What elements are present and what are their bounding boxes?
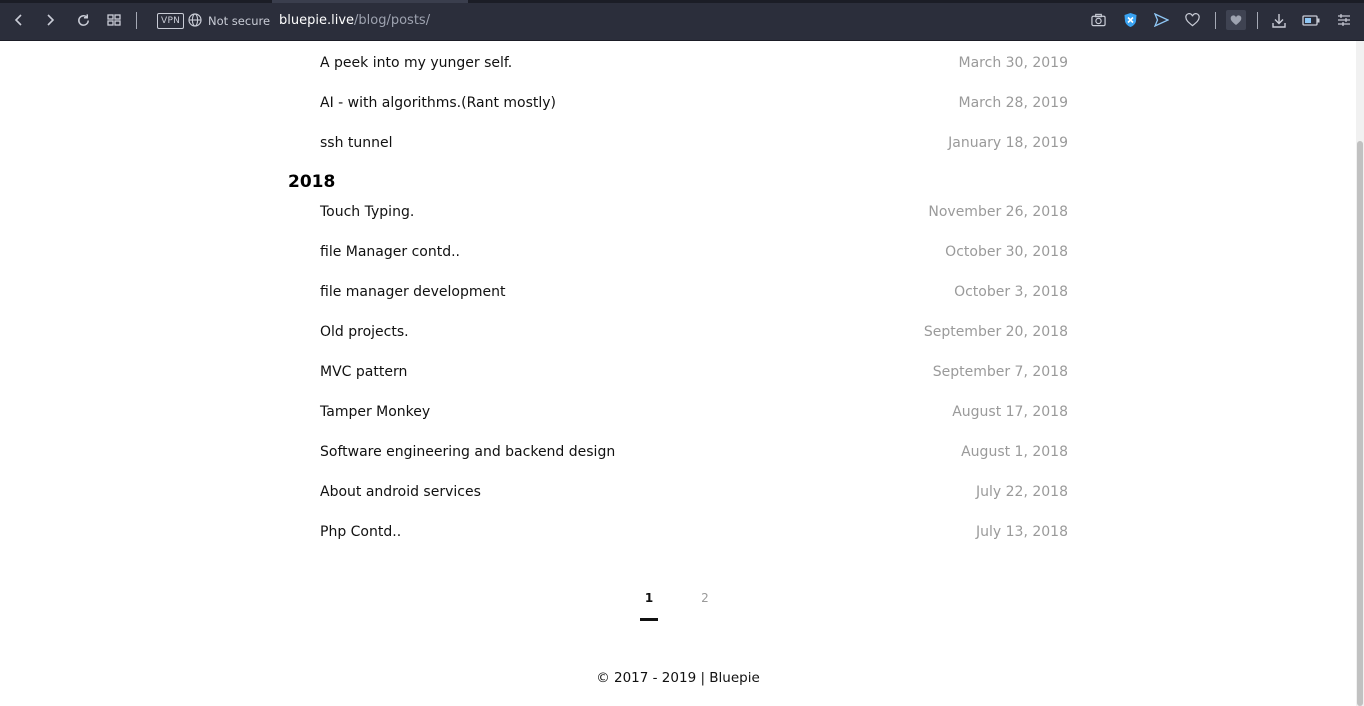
post-link[interactable]: Php Contd.. xyxy=(320,524,401,540)
post-date: July 13, 2018 xyxy=(976,524,1068,540)
wallet-icon[interactable] xyxy=(1226,10,1246,30)
post-link[interactable]: Tamper Monkey xyxy=(320,404,430,420)
post-link[interactable]: file manager development xyxy=(320,284,506,300)
toolbar-divider xyxy=(136,12,137,29)
post-date: August 1, 2018 xyxy=(961,444,1068,460)
post-link[interactable]: About android services xyxy=(320,484,481,500)
tab-strip xyxy=(0,0,1364,3)
security-indicator[interactable]: Not secure xyxy=(188,12,270,30)
forward-icon[interactable] xyxy=(40,10,60,30)
battery-icon[interactable] xyxy=(1301,10,1321,30)
browser-toolbar: VPN Not secure bluepie.live/blog/posts/ xyxy=(0,0,1364,41)
camera-icon[interactable] xyxy=(1088,10,1108,30)
pagination-page-1[interactable]: 1 xyxy=(639,591,659,605)
download-icon[interactable] xyxy=(1269,10,1289,30)
post-row: Php Contd.. July 13, 2018 xyxy=(320,521,1068,543)
post-row: ssh tunnel January 18, 2019 xyxy=(320,132,1068,154)
post-row: Tamper Monkey August 17, 2018 xyxy=(320,401,1068,423)
send-icon[interactable] xyxy=(1151,10,1171,30)
back-icon[interactable] xyxy=(9,10,29,30)
active-tab-indicator[interactable] xyxy=(272,0,468,3)
reload-icon[interactable] xyxy=(73,10,93,30)
post-row: file Manager contd.. October 30, 2018 xyxy=(320,241,1068,263)
post-link[interactable]: MVC pattern xyxy=(320,364,407,380)
footer-copyright: © 2017 - 2019 | Bluepie xyxy=(596,670,760,686)
post-date: March 30, 2019 xyxy=(958,55,1068,71)
page-content: A peek into my yunger self. March 30, 20… xyxy=(0,41,1356,706)
toolbar-divider xyxy=(1215,12,1216,29)
post-row: MVC pattern September 7, 2018 xyxy=(320,361,1068,383)
post-row: AI - with algorithms.(Rant mostly) March… xyxy=(320,92,1068,114)
post-date: November 26, 2018 xyxy=(928,204,1068,220)
page-scrollbar[interactable] xyxy=(1356,41,1364,706)
post-link[interactable]: file Manager contd.. xyxy=(320,244,460,260)
post-link[interactable]: Software engineering and backend design xyxy=(320,444,615,460)
post-date: January 18, 2019 xyxy=(948,135,1068,151)
post-date: September 20, 2018 xyxy=(923,324,1068,340)
address-bar[interactable]: bluepie.live/blog/posts/ xyxy=(279,12,430,30)
url-host: bluepie.live xyxy=(279,13,355,28)
menu-icon[interactable] xyxy=(1334,10,1354,30)
year-heading: 2018 xyxy=(288,172,336,192)
post-link[interactable]: Touch Typing. xyxy=(320,204,414,220)
post-link[interactable]: AI - with algorithms.(Rant mostly) xyxy=(320,95,556,111)
post-row: Software engineering and backend design … xyxy=(320,441,1068,463)
post-date: August 17, 2018 xyxy=(952,404,1068,420)
tabs-grid-icon[interactable] xyxy=(104,10,124,30)
shield-icon[interactable] xyxy=(1120,10,1140,30)
post-row: Old projects. September 20, 2018 xyxy=(320,321,1068,343)
post-link[interactable]: A peek into my yunger self. xyxy=(320,55,512,71)
post-date: September 7, 2018 xyxy=(932,364,1068,380)
post-row: Touch Typing. November 26, 2018 xyxy=(320,201,1068,223)
post-link[interactable]: ssh tunnel xyxy=(320,135,393,151)
pagination-active-indicator xyxy=(640,618,658,621)
heart-icon[interactable] xyxy=(1182,10,1202,30)
url-path: /blog/posts/ xyxy=(354,13,431,28)
vpn-button[interactable]: VPN xyxy=(157,13,185,29)
pagination-page-2[interactable]: 2 xyxy=(695,591,715,605)
toolbar-divider xyxy=(1257,12,1258,29)
post-link[interactable]: Old projects. xyxy=(320,324,409,340)
post-row: A peek into my yunger self. March 30, 20… xyxy=(320,52,1068,74)
post-date: October 30, 2018 xyxy=(945,244,1068,260)
post-row: About android services July 22, 2018 xyxy=(320,481,1068,503)
post-row: file manager development October 3, 2018 xyxy=(320,281,1068,303)
security-label: Not secure xyxy=(208,14,271,28)
post-date: July 22, 2018 xyxy=(976,484,1068,500)
globe-icon xyxy=(188,12,202,30)
post-date: October 3, 2018 xyxy=(954,284,1068,300)
post-date: March 28, 2019 xyxy=(958,95,1068,111)
scrollbar-thumb[interactable] xyxy=(1357,141,1363,706)
